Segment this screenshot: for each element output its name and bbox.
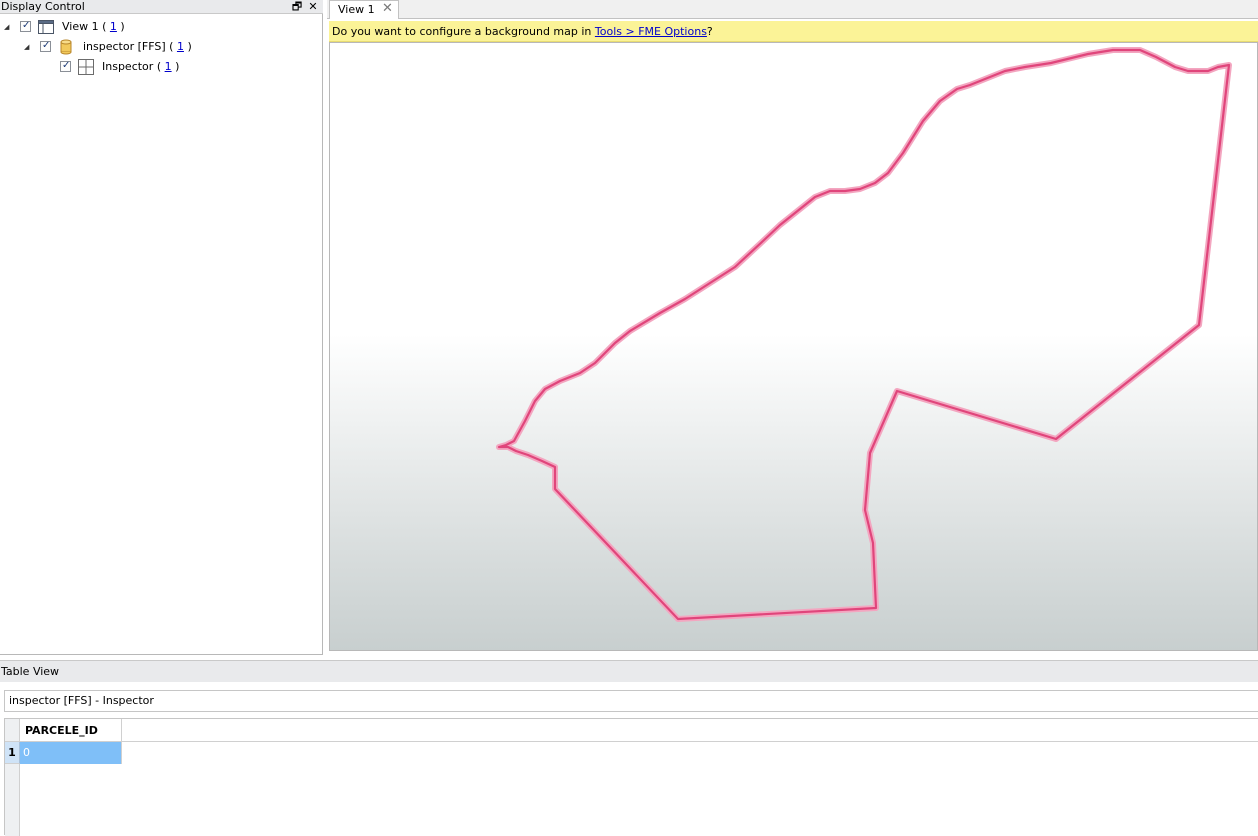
expand-arrow-icon[interactable]: ◢: [4, 18, 12, 36]
feature-count-link[interactable]: 1: [165, 60, 172, 73]
table-view-header: Table View: [0, 660, 1258, 682]
display-control-title: Display Control: [1, 0, 85, 13]
table-corner[interactable]: [5, 719, 20, 742]
attribute-table[interactable]: PARCELE_ID 1 0: [4, 718, 1258, 836]
parcel-polygon-halo: [496, 47, 1232, 622]
inspector-feature-type-checkbox[interactable]: ✓: [60, 60, 71, 72]
checkmark-icon: ✓: [62, 60, 71, 71]
parcel-polygon[interactable]: [497, 48, 1231, 621]
table-source-label: inspector [FFS] - Inspector: [9, 694, 154, 707]
table-cell-parcele-id[interactable]: 0: [20, 742, 122, 764]
tree-item-label: inspector [FFS] ( 1 ): [83, 40, 192, 53]
database-cylinder-icon: [58, 39, 74, 55]
tab-view-1[interactable]: View 1 ✕: [329, 0, 399, 19]
view-window-icon: [38, 19, 54, 35]
tree-item-label: Inspector ( 1 ): [102, 60, 180, 73]
checkmark-icon: ✓: [42, 40, 51, 51]
notification-text: Do you want to configure a background ma…: [332, 25, 595, 38]
background-map-notification: Do you want to configure a background ma…: [329, 21, 1258, 42]
row-number-1[interactable]: 1: [5, 742, 20, 764]
map-svg: [496, 47, 1232, 622]
feature-count-link[interactable]: 1: [110, 20, 117, 33]
column-header-filler: [122, 719, 1258, 742]
table-view-title: Table View: [1, 665, 60, 678]
close-panel-icon[interactable]: ✕: [307, 0, 319, 13]
fme-options-link[interactable]: Tools > FME Options: [595, 25, 707, 38]
map-canvas[interactable]: [329, 42, 1258, 651]
tree-item-inspector-feature-type[interactable]: ✓ Inspector ( 1 ): [0, 58, 320, 76]
display-control-header: Display Control 🗗 ✕: [0, 0, 323, 14]
feature-count-link[interactable]: 1: [177, 40, 184, 53]
tree-item-view-1[interactable]: ◢ ✓ View 1 ( 1 ): [0, 18, 320, 36]
close-tab-icon[interactable]: ✕: [382, 1, 393, 17]
tab-label: View 1: [338, 3, 375, 16]
table-source-bar: inspector [FFS] - Inspector: [4, 690, 1258, 712]
column-header-parcele-id[interactable]: PARCELE_ID: [20, 719, 122, 742]
view-area: View 1 ✕ Do you want to configure a back…: [327, 0, 1258, 655]
display-control-panel: Display Control 🗗 ✕ ◢ ✓ View 1 ( 1 ) ◢ ✓…: [0, 0, 323, 655]
view-1-checkbox[interactable]: ✓: [20, 20, 31, 32]
checkmark-icon: ✓: [22, 20, 31, 31]
grid-feature-type-icon: [78, 59, 94, 75]
expand-arrow-icon[interactable]: ◢: [24, 38, 32, 56]
tree-item-inspector-dataset[interactable]: ◢ ✓ inspector [FFS] ( 1 ): [0, 38, 320, 56]
restore-panel-icon[interactable]: 🗗: [291, 0, 303, 13]
view-tab-bar: View 1 ✕: [327, 0, 1258, 19]
inspector-dataset-checkbox[interactable]: ✓: [40, 40, 51, 52]
tree-item-label: View 1 ( 1 ): [62, 20, 125, 33]
notification-suffix: ?: [706, 25, 713, 38]
